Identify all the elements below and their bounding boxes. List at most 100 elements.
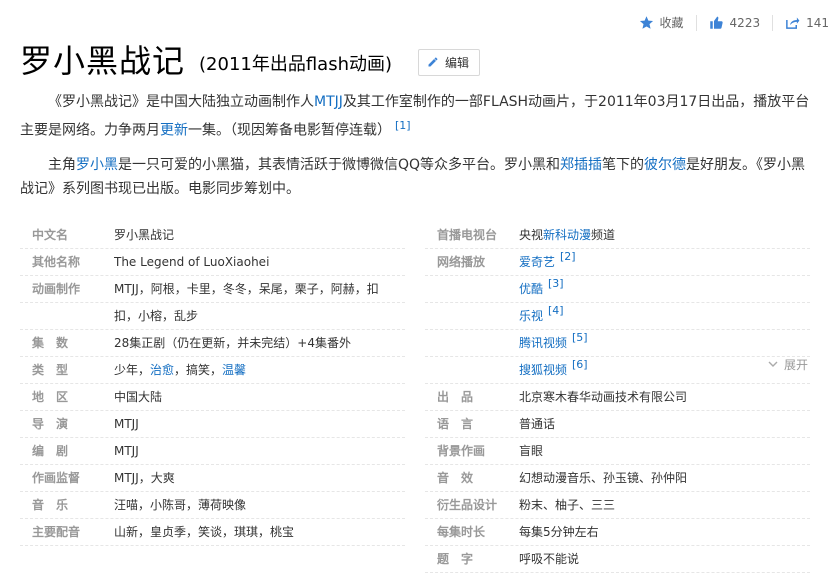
- info-value: 乐视 [4]: [519, 303, 810, 329]
- info-key: 类 型: [32, 363, 69, 377]
- pencil-icon: [427, 56, 439, 68]
- link-xinke-anime[interactable]: 新科动漫: [543, 228, 591, 242]
- info-row: 衍生品设计 粉末、柚子、三三: [425, 492, 810, 519]
- info-value: 盲眼: [519, 444, 544, 458]
- info-row: 导 演 MTJJ: [20, 411, 405, 438]
- text: 频道: [591, 228, 616, 242]
- page-title: 罗小黑战记: [20, 42, 186, 80]
- info-value: 呼吸不能说: [519, 552, 580, 566]
- action-bar: 收藏 4223 141: [639, 14, 829, 31]
- link-iqiyi[interactable]: 爱奇艺: [519, 255, 555, 269]
- info-value: 28集正剧（仍在更新，并未完结）+4集番外: [114, 336, 351, 350]
- reference-link[interactable]: [4]: [548, 304, 564, 317]
- info-row: 地 区 中国大陆: [20, 384, 405, 411]
- info-value: 山新，皇贞季，笑谈，琪琪，桃宝: [114, 525, 295, 539]
- info-row: 编 剧 MTJJ: [20, 438, 405, 465]
- info-key: 其他名称: [32, 255, 81, 269]
- intro-paragraph-1: 《罗小黑战记》是中国大陆独立动画制作人MTJJ及其工作室制作的一部FLASH动画…: [20, 90, 810, 143]
- info-key: 出 品: [437, 390, 474, 404]
- info-value: 汪喵，小陈哥，薄荷映像: [114, 498, 247, 512]
- star-icon: [639, 15, 654, 30]
- info-value: 爱奇艺 [2]: [519, 249, 810, 275]
- info-key: 网络播放: [437, 255, 486, 269]
- info-key: 导 演: [32, 417, 69, 431]
- info-key: 音 效: [437, 471, 474, 485]
- reference-link[interactable]: [6]: [572, 358, 588, 371]
- info-row: 首播电视台 央视新科动漫频道: [425, 222, 810, 249]
- info-row: 中文名 罗小黑战记: [20, 222, 405, 249]
- info-row: 音 乐 汪喵，小陈哥，薄荷映像: [20, 492, 405, 519]
- info-key: [425, 303, 519, 329]
- link-mtjj[interactable]: MTJJ: [314, 94, 343, 110]
- link-warm[interactable]: 温馨: [222, 363, 246, 377]
- info-value: 腾讯视频 [5]: [519, 330, 810, 356]
- link-tencent-video[interactable]: 腾讯视频: [519, 336, 567, 350]
- edit-button[interactable]: 编辑: [418, 48, 481, 76]
- text: 笔下的: [602, 157, 645, 173]
- info-row: 扣，小榕，乱步: [20, 303, 405, 330]
- info-key: [425, 276, 519, 302]
- info-key: 主要配音: [32, 525, 81, 539]
- favorite-button[interactable]: 收藏: [639, 14, 684, 31]
- info-value: 罗小黑战记: [114, 228, 175, 242]
- info-value: MTJJ: [114, 417, 139, 431]
- info-column-left: 中文名 罗小黑战记 其他名称 The Legend of LuoXiaohei 动画…: [20, 222, 405, 546]
- like-button[interactable]: 4223: [709, 15, 761, 30]
- link-healing[interactable]: 治愈: [150, 363, 174, 377]
- reference-link[interactable]: [3]: [548, 277, 564, 290]
- info-value: 优酷 [3]: [519, 276, 810, 302]
- expand-label: 展开: [783, 358, 808, 372]
- info-value: MTJJ: [114, 444, 139, 458]
- info-key: 首播电视台: [437, 228, 498, 242]
- intro-paragraph-2: 主角罗小黑是一只可爱的小黑猫，其表情活跃于微博微信QQ等众多平台。罗小黑和郑插插…: [20, 153, 810, 201]
- info-key: 题 字: [437, 552, 474, 566]
- reference-link[interactable]: [1]: [395, 119, 411, 132]
- info-key: [425, 357, 519, 383]
- text: ，搞笑，: [174, 363, 223, 377]
- info-key: 编 剧: [32, 444, 69, 458]
- info-value: The Legend of LuoXiaohei: [114, 255, 270, 269]
- info-row: 网络播放 爱奇艺 [2]: [425, 249, 810, 276]
- info-value: 搜狐视频 [6]: [519, 357, 810, 383]
- info-value: 扣，小榕，乱步: [114, 309, 199, 323]
- share-button[interactable]: 141: [785, 15, 829, 30]
- link-luoxiaohei[interactable]: 罗小黑: [76, 157, 118, 173]
- page-subtitle: (2011年出品flash动画): [199, 54, 393, 75]
- info-key: 背景作画: [437, 444, 486, 458]
- chevron-down-icon: [768, 361, 778, 368]
- info-value: 少年，治愈，搞笑，温馨: [114, 357, 405, 383]
- info-key: 每集时长: [437, 525, 486, 539]
- share-icon: [785, 15, 800, 30]
- info-value: MTJJ，阿根，卡里，冬冬，呆尾，栗子，阿赫，扣: [114, 282, 379, 296]
- share-count: 141: [806, 15, 829, 30]
- link-youku[interactable]: 优酷: [519, 282, 543, 296]
- link-sohu-video[interactable]: 搜狐视频: [519, 363, 567, 377]
- info-row: 搜狐视频 [6]: [425, 357, 810, 384]
- link-update[interactable]: 更新: [160, 123, 188, 139]
- info-key: 地 区: [32, 390, 69, 404]
- favorite-label: 收藏: [659, 16, 684, 30]
- info-row: 每集时长 每集5分钟左右: [425, 519, 810, 546]
- expand-button[interactable]: 展开: [768, 356, 808, 373]
- info-value: 粉末、柚子、三三: [519, 498, 616, 512]
- info-key: 集 数: [32, 336, 69, 350]
- link-letv[interactable]: 乐视: [519, 309, 543, 323]
- info-row: 主要配音 山新，皇贞季，笑谈，琪琪，桃宝: [20, 519, 405, 546]
- info-value: MTJJ，大爽: [114, 471, 175, 485]
- info-row: 作画监督 MTJJ，大爽: [20, 465, 405, 492]
- thumbs-up-icon: [709, 15, 724, 30]
- link-bierde[interactable]: 彼尔德: [644, 157, 686, 173]
- info-row: 动画制作 MTJJ，阿根，卡里，冬冬，呆尾，栗子，阿赫，扣: [20, 276, 405, 303]
- reference-link[interactable]: [5]: [572, 331, 588, 344]
- text: 主角: [48, 157, 76, 173]
- info-key: 作画监督: [32, 471, 81, 485]
- info-value: 幻想动漫音乐、孙玉镜、孙仲阳: [519, 471, 688, 485]
- link-zhengchacha[interactable]: 郑插插: [560, 157, 602, 173]
- info-row: 类 型 少年，治愈，搞笑，温馨: [20, 357, 405, 384]
- text: 一集。（现因筹备电影暂停连载）: [188, 122, 391, 139]
- info-key: 语 言: [437, 417, 474, 431]
- text: 少年，: [114, 363, 151, 377]
- reference-link[interactable]: [2]: [560, 250, 576, 263]
- like-count: 4223: [729, 15, 761, 30]
- info-key: 衍生品设计: [437, 498, 498, 512]
